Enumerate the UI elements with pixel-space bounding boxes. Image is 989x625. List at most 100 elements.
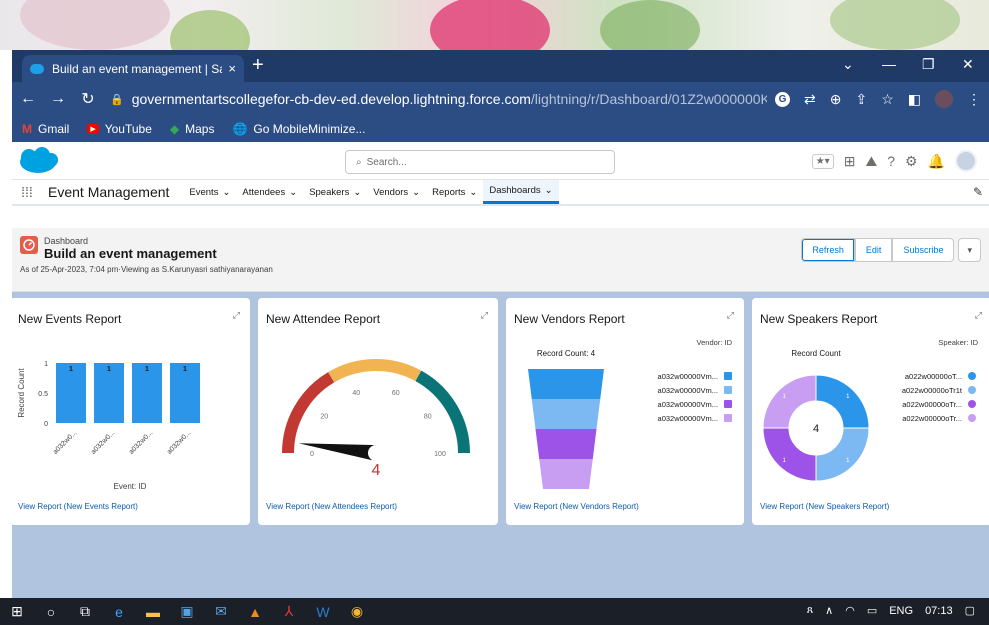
nav-speakers[interactable]: Speakers ⌄ [303,180,367,204]
show-hidden-chevron-icon[interactable]: ∧ [825,604,833,617]
expand-icon[interactable]: ⤢ [727,310,734,321]
task-view-icon[interactable]: ⧉ [68,603,102,620]
forward-arrow-icon[interactable]: → [50,90,66,108]
new-tab-button[interactable]: + [252,55,264,75]
nav-events[interactable]: Events ⌄ [183,180,236,204]
dashboard-gauge-icon [20,236,38,254]
funnel-segment [531,399,601,429]
gauge-chart: 0 20 40 60 80 100 4 [282,359,470,479]
card-new-speakers: New Speakers Report ⤢ Record Count 1 a022w… [752,298,989,525]
side-panel-icon[interactable]: ◧ [908,91,921,108]
salesforce-logo-icon[interactable] [16,146,60,176]
y-axis-label: Record Count [17,368,26,418]
zoom-icon[interactable]: ⊕ [830,91,842,108]
edit-nav-pencil-icon[interactable]: ✎ [973,185,983,199]
close-window-icon[interactable]: ✕ [962,56,974,73]
reload-icon[interactable]: ↻ [80,89,96,109]
user-avatar[interactable] [955,150,977,172]
legend-swatch [968,400,976,408]
global-actions-icon[interactable]: ⊞ [844,153,856,170]
edit-button[interactable]: Edit [854,238,893,262]
refresh-button[interactable]: Refresh [801,238,855,262]
windows-start-icon[interactable]: ⊞ [0,603,34,620]
view-report-link[interactable]: View Report (New Events Report) [18,502,138,511]
chevron-down-icon[interactable]: ⌄ [412,187,420,198]
chevron-down-icon[interactable]: ⌄ [353,187,361,198]
donut-slice [815,374,870,429]
menu-kebab-icon[interactable]: ⋮ [967,91,981,108]
funnel-chart: Record Count: 4 a032w00000Vm... a032w00000… [528,338,733,489]
language-indicator[interactable]: ENG [889,605,913,617]
tab-close-icon[interactable]: × [228,61,236,76]
setup-gear-icon[interactable]: ⚙ [905,153,918,170]
nav-reports[interactable]: Reports ⌄ [426,180,483,204]
acrobat-icon[interactable]: ⅄ [272,603,306,620]
gauge-tick-label: 40 [352,390,360,397]
nav-attendees[interactable]: Attendees ⌄ [236,180,303,204]
nav-vendors[interactable]: Vendors ⌄ [367,180,426,204]
expand-icon[interactable]: ⤢ [975,310,982,321]
bookmark-maps[interactable]: ◆ Maps [170,122,215,136]
funnel-label: Record Count: 4 [537,349,596,358]
file-explorer-icon[interactable]: ▬ [136,604,170,620]
bookmark-youtube[interactable]: ▶ YouTube [87,122,152,136]
minimize-icon[interactable]: — [882,56,896,72]
chevron-down-icon[interactable]: ⌄ [545,185,553,196]
store-icon[interactable]: ▣ [170,603,204,620]
chevron-down-icon[interactable]: ⌄ [222,187,230,198]
people-icon[interactable]: ጸ [807,604,813,617]
gauge-tick-label: 100 [434,451,446,458]
browser-window: Build an event management | Sal × + ⌄ — … [10,50,989,598]
google-icon[interactable]: G [775,91,790,107]
mail-icon[interactable]: ✉ [204,603,238,620]
view-report-link[interactable]: View Report (New Vendors Report) [514,502,639,511]
vlc-icon[interactable]: ▲ [238,604,272,620]
global-search-input[interactable]: ⌕ Search... [345,150,615,174]
nav-dashboards[interactable]: Dashboards ⌄ [483,180,559,204]
view-report-link[interactable]: View Report (New Attendees Report) [266,502,397,511]
chrome-icon[interactable]: ◉ [340,603,374,620]
word-icon[interactable]: W [306,604,340,620]
lock-icon: 🔒 [110,93,124,106]
y-tick-label: 0 [44,421,48,428]
view-report-link[interactable]: View Report (New Speakers Report) [760,502,889,511]
dashboard-kicker: Dashboard [44,236,89,246]
url-field[interactable]: 🔒 governmentartscollegefor-cb-dev-ed.dev… [110,91,767,107]
chevron-down-icon[interactable]: ⌄ [469,187,477,198]
browser-tab[interactable]: Build an event management | Sal × [22,55,244,82]
expand-icon[interactable]: ⤢ [233,310,240,321]
chevron-down-icon[interactable]: ⌄ [289,187,297,198]
restore-icon[interactable]: ❐ [922,56,935,73]
notifications-bell-icon[interactable]: 🔔 [928,153,945,170]
desktop-wallpaper [0,0,989,50]
gauge-tick-label: 60 [392,390,400,397]
translate-icon[interactable]: ⇄ [804,91,816,108]
share-icon[interactable]: ⇪ [855,91,867,108]
bookmark-star-icon[interactable]: ☆ [881,91,894,108]
bookmark-gmail[interactable]: M Gmail [22,122,69,136]
legend-swatch [724,386,732,394]
help-icon[interactable]: ? [887,153,895,169]
tab-search-chevron-icon[interactable]: ⌄ [842,56,854,73]
legend-swatch [968,372,976,380]
clock[interactable]: 07:13 [925,605,953,617]
search-circle-icon[interactable]: ○ [34,604,68,620]
trailhead-icon[interactable]: ⛰ [865,153,877,170]
more-actions-chevron-icon[interactable]: ▾ [958,238,981,262]
app-launcher-icon[interactable]: ⁞⁞⁞ [12,180,42,204]
subscribe-button[interactable]: Subscribe [892,238,955,262]
windows-taskbar: ⊞ ○ ⧉ e ▬ ▣ ✉ ▲ ⅄ W ◉ ጸ ∧ ◠ ▭ ENG 07:13 … [0,598,989,625]
expand-icon[interactable]: ⤢ [481,310,488,321]
gauge-tick-label: 0 [310,451,314,458]
favorites-icon[interactable]: ★▾ [811,153,834,169]
back-arrow-icon[interactable]: ← [20,90,36,108]
profile-avatar-icon[interactable] [935,90,953,108]
notification-center-icon[interactable]: ▢ [965,604,975,617]
wifi-icon[interactable]: ◠ [845,604,855,617]
legend-swatch [724,372,732,380]
edge-icon[interactable]: e [102,604,136,620]
donut-chart: Record Count1a022w00000oT...1a022w00000o… [762,338,979,482]
card-title: New Vendors Report [514,312,625,326]
battery-icon[interactable]: ▭ [867,604,877,617]
bookmark-go-mobile[interactable]: 🌐 Go MobileMinimize... [232,122,365,136]
